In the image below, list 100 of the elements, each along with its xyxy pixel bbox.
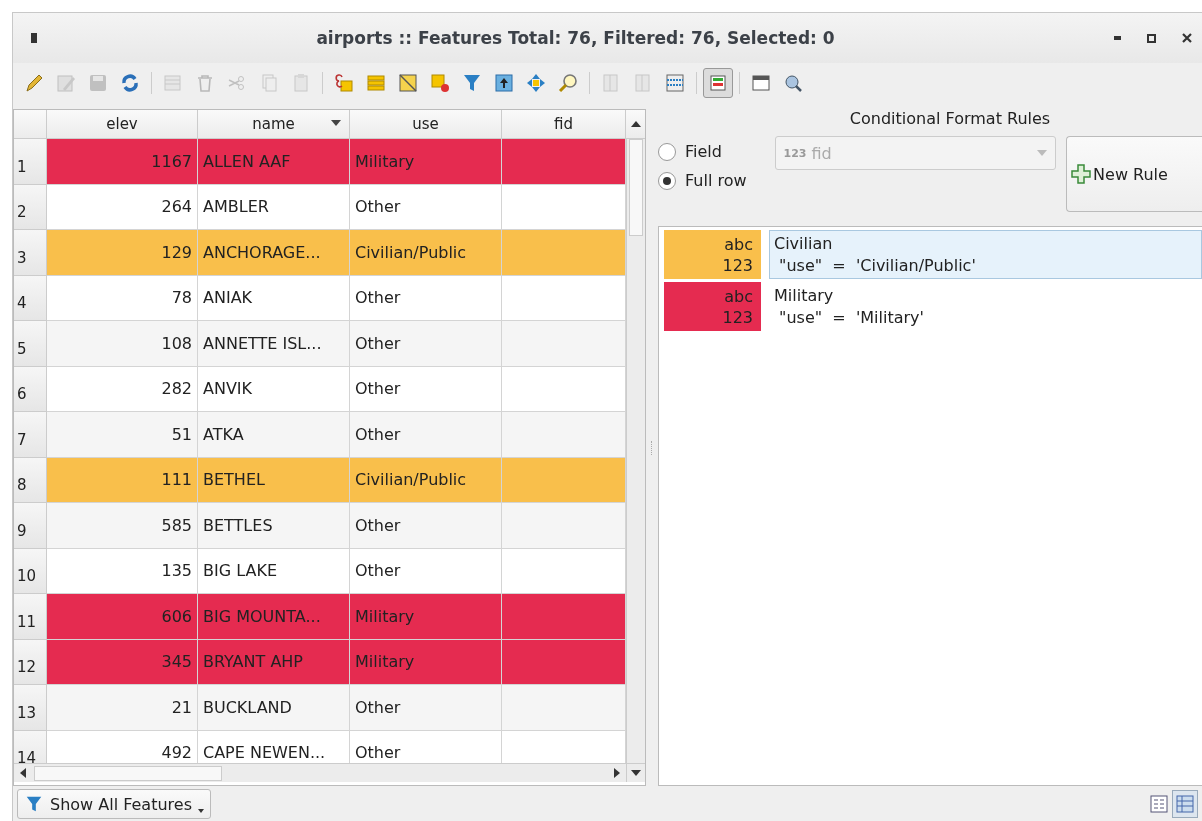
- sort-caret-icon: [331, 120, 341, 126]
- scroll-up-icon[interactable]: [630, 121, 641, 127]
- table-cell: Other: [350, 503, 502, 549]
- invert-selection-icon: [397, 72, 419, 94]
- row-number[interactable]: 1: [14, 139, 47, 185]
- column-header[interactable]: elev: [47, 110, 198, 139]
- table-cell: 135: [47, 548, 198, 594]
- table-cell: 585: [47, 503, 198, 549]
- row-number[interactable]: 9: [14, 503, 47, 549]
- row-number[interactable]: 7: [14, 412, 47, 458]
- table-cell: BUCKLAND: [198, 685, 350, 731]
- row-number[interactable]: 14: [14, 730, 47, 763]
- table-cell: BRYANT AHP: [198, 639, 350, 685]
- window-title: airports :: Features Total: 76, Filtered: 76, Selected: 0: [315, 28, 836, 48]
- radio-button[interactable]: [658, 142, 676, 161]
- table-cell: Military: [350, 139, 502, 185]
- row-number[interactable]: 13: [14, 685, 47, 731]
- funnel-icon: [24, 794, 44, 814]
- table-cell: Civilian/Public: [350, 230, 502, 276]
- table-cell: 51: [47, 412, 198, 458]
- row-number[interactable]: 2: [14, 184, 47, 230]
- row-number[interactable]: 11: [14, 594, 47, 640]
- style-preview[interactable]: abc 123: [664, 230, 761, 279]
- gear-search-icon: [782, 72, 804, 94]
- table-cell: Other: [350, 548, 502, 594]
- table-cell: ANIAK: [198, 275, 350, 321]
- scroll-down-icon[interactable]: [631, 770, 641, 776]
- plus-icon: [1071, 164, 1092, 184]
- pencil-icon: [23, 72, 45, 94]
- refresh-icon: [119, 72, 141, 94]
- magnifier-icon: [557, 72, 579, 94]
- pan-arrows-icon: [525, 72, 547, 94]
- style-preview[interactable]: abc 123: [664, 282, 761, 331]
- form-view-icon: [1150, 795, 1168, 813]
- table-cell: BIG MOUNTA...: [198, 594, 350, 640]
- close-icon[interactable]: [1182, 33, 1192, 43]
- row-number[interactable]: 6: [14, 366, 47, 412]
- row-number[interactable]: 10: [14, 548, 47, 594]
- table-cell: Civilian/Public: [350, 457, 502, 503]
- table-cell: 129: [47, 230, 198, 276]
- deselect-icon: [429, 72, 451, 94]
- table-cell: BETTLES: [198, 503, 350, 549]
- column-header[interactable]: name: [198, 110, 350, 139]
- rule-item[interactable]: Military "use" = 'Military': [769, 282, 1202, 331]
- table-cell: Military: [350, 594, 502, 640]
- table-cell: ANVIK: [198, 366, 350, 412]
- view-toggle-button[interactable]: [1172, 790, 1198, 818]
- table-cell: 345: [47, 639, 198, 685]
- table-cell: ANCHORAGE...: [198, 230, 350, 276]
- table-view-icon: [1176, 795, 1194, 813]
- row-number[interactable]: 3: [14, 230, 47, 276]
- row-number[interactable]: 5: [14, 321, 47, 367]
- table-cell: 264: [47, 184, 198, 230]
- panel-title: Conditional Format Rules: [848, 109, 1052, 130]
- table-cell: 606: [47, 594, 198, 640]
- table-cell: 108: [47, 321, 198, 367]
- horizontal-scrollbar[interactable]: [14, 763, 645, 782]
- abacus-icon: [664, 72, 686, 94]
- table-cell: Other: [350, 366, 502, 412]
- scroll-left-icon[interactable]: [20, 768, 26, 778]
- filter-dropdown-button[interactable]: Show All Features: [17, 789, 211, 819]
- radio-button[interactable]: [658, 171, 676, 190]
- table-cell: Other: [350, 685, 502, 731]
- stacked-bars-icon: [365, 72, 387, 94]
- table-cell: Other: [350, 275, 502, 321]
- table-cell: BETHEL: [198, 457, 350, 503]
- table-cell: BIG LAKE: [198, 548, 350, 594]
- new-rule-button[interactable]: New Rule: [1066, 136, 1202, 212]
- column-header[interactable]: use: [350, 110, 502, 139]
- row-number[interactable]: 12: [14, 639, 47, 685]
- edit-table-icon: [55, 72, 77, 94]
- table-cell: ATKA: [198, 412, 350, 458]
- table-cell: ANNETTE ISL...: [198, 321, 350, 367]
- save-icon: [87, 72, 109, 94]
- funnel-icon: [461, 72, 483, 94]
- table-cell: Other: [350, 184, 502, 230]
- vertical-scrollbar[interactable]: [626, 139, 645, 763]
- radio-option[interactable]: Field: [658, 142, 765, 161]
- table-cell: AMBLER: [198, 184, 350, 230]
- dropdown-caret-icon: [1037, 150, 1048, 156]
- table-cell: Other: [350, 321, 502, 367]
- format-rules-icon: [707, 72, 729, 94]
- scroll-right-icon[interactable]: [614, 768, 620, 778]
- table-cell: ALLEN AAF: [198, 139, 350, 185]
- epsilon-icon: [333, 72, 355, 94]
- rule-item[interactable]: Civilian "use" = 'Civilian/Public': [769, 230, 1202, 279]
- table-cell: 1167: [47, 139, 198, 185]
- table-cell: Military: [350, 639, 502, 685]
- table-cell: 282: [47, 366, 198, 412]
- table-cell: 78: [47, 275, 198, 321]
- table-cell: 111: [47, 457, 198, 503]
- table-cell: 21: [47, 685, 198, 731]
- row-number[interactable]: 4: [14, 275, 47, 321]
- column-header[interactable]: fid: [502, 110, 626, 139]
- maximize-icon[interactable]: [1147, 33, 1156, 43]
- row-number[interactable]: 8: [14, 457, 47, 503]
- radio-option[interactable]: Full row: [658, 171, 765, 190]
- caret-icon: [198, 809, 204, 813]
- window-icon: [750, 72, 772, 94]
- table-plus-icon: [162, 72, 184, 94]
